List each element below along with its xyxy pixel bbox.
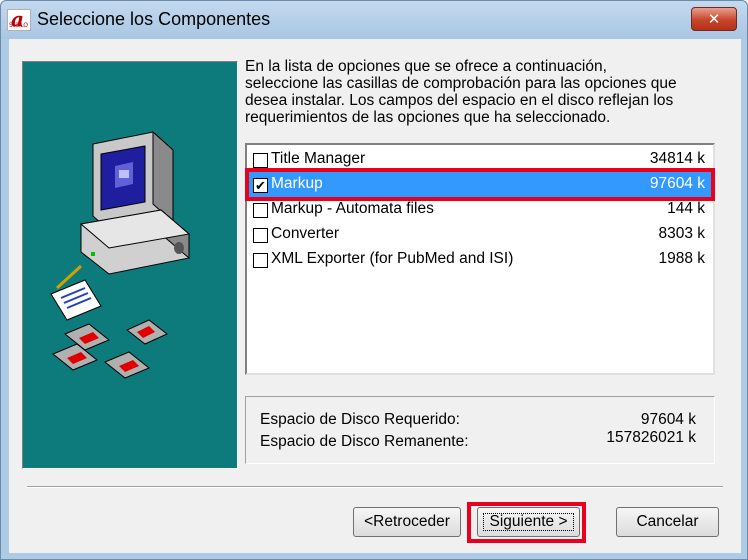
- instructions-text: En la lista de opciones que se ofrece a …: [245, 58, 725, 126]
- window-title: Seleccione los Componentes: [37, 9, 271, 29]
- installer-window: a SciELO Seleccione los Componentes ✕ En…: [0, 0, 748, 560]
- list-item-xml-exporter[interactable]: XML Exporter (for PubMed and ISI) 1988 k: [249, 247, 711, 272]
- computer-illustration: [50, 130, 191, 379]
- component-size: 8303 k: [658, 225, 705, 242]
- instructions-line: desea instalar. Los campos del espacio e…: [245, 92, 674, 109]
- component-label: Converter: [271, 225, 340, 242]
- component-checkbox[interactable]: [253, 253, 268, 268]
- component-size: 144 k: [667, 200, 705, 217]
- list-item-markup[interactable]: ✔ Markup 97604 k: [245, 168, 715, 201]
- disk-required-label: Espacio de Disco Requerido:: [260, 411, 460, 428]
- list-item-converter[interactable]: Converter 8303 k: [249, 222, 711, 247]
- component-label: XML Exporter (for PubMed and ISI): [271, 250, 514, 267]
- disk-remaining-value: 157826021 k: [606, 429, 696, 446]
- back-button[interactable]: <Retroceder: [353, 507, 461, 537]
- list-item-markup-automata[interactable]: Markup - Automata files 144 k: [249, 197, 711, 222]
- divider: [27, 486, 723, 488]
- components-listbox[interactable]: Title Manager 34814 k ✔ Markup 97604 k M…: [245, 143, 715, 375]
- cancel-button[interactable]: Cancelar: [616, 507, 719, 537]
- component-size: 34814 k: [649, 150, 705, 167]
- side-illustration-panel: [22, 61, 238, 469]
- dialog-client-area: En la lista de opciones que se ofrece a …: [9, 39, 741, 553]
- computer-monitor-icon: [79, 130, 191, 275]
- next-button[interactable]: Siguiente >: [477, 507, 580, 537]
- disk-remaining-label: Espacio de Disco Remanente:: [260, 433, 469, 450]
- component-checkbox[interactable]: [253, 228, 268, 243]
- component-label: Title Manager: [271, 150, 366, 167]
- close-icon: ✕: [707, 10, 721, 28]
- component-label: Markup - Automata files: [271, 200, 434, 217]
- component-checkbox[interactable]: [253, 153, 268, 168]
- disk-required-value: 97604 k: [640, 411, 696, 428]
- back-button-label: <Retroceder: [364, 513, 450, 530]
- component-size: 1988 k: [658, 250, 705, 267]
- instructions-line: En la lista de opciones que se ofrece a …: [245, 58, 607, 75]
- close-button[interactable]: ✕: [691, 7, 737, 31]
- disk-space-box: Espacio de Disco Requerido: 97604 k Espa…: [245, 396, 715, 464]
- floppy-disk-icon: [52, 319, 168, 379]
- instructions-line: requerimientos de las opciones que ha se…: [245, 109, 611, 126]
- app-logo-text: SciELO: [9, 22, 28, 29]
- app-logo-icon: a SciELO: [7, 7, 31, 31]
- document-pen-icon: [50, 264, 102, 321]
- title-bar[interactable]: a SciELO Seleccione los Componentes ✕: [1, 1, 747, 39]
- focus-rectangle: [483, 513, 574, 531]
- instructions-line: seleccione las casillas de comprobación …: [245, 75, 677, 92]
- cancel-button-label: Cancelar: [636, 513, 699, 530]
- component-checkbox[interactable]: [253, 203, 268, 218]
